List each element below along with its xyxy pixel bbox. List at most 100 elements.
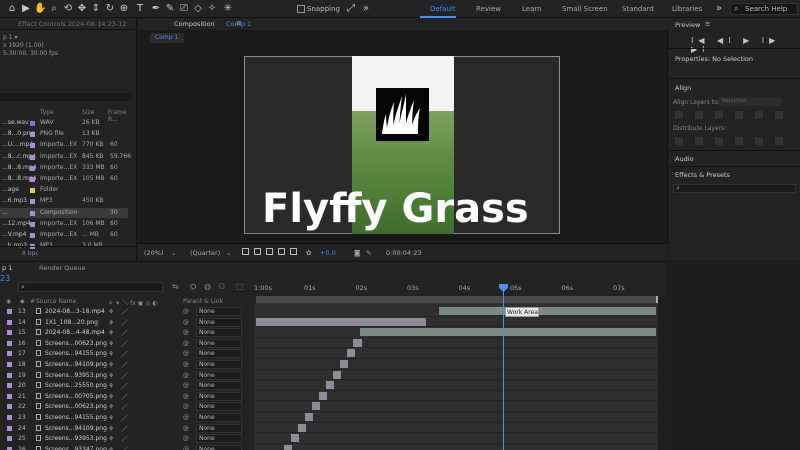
- layer-row[interactable]: 15 2024-08...4-48.mp4 ⚘ ／ @ None: [0, 328, 252, 339]
- layer-name[interactable]: 2024-08...4-48.mp4: [45, 329, 105, 336]
- project-item-row[interactable]: ...8...8.mp4 Importe...EX 105 MB 60: [0, 174, 128, 184]
- layer-row[interactable]: 21 Screens...00705.png ⚘ ／ @ None: [0, 391, 252, 403]
- layer-name[interactable]: 1X1_108...20.png: [45, 319, 98, 326]
- parent-dropdown[interactable]: None: [196, 360, 242, 369]
- label-color-swatch[interactable]: [7, 383, 12, 389]
- parent-pickwhip-icon[interactable]: @: [183, 425, 189, 432]
- layer-row[interactable]: 26 Screens...93347.png ⚘ ／ @ None: [0, 444, 252, 450]
- label-color-swatch[interactable]: [7, 425, 12, 431]
- layer-name[interactable]: Screens...94155.png: [45, 350, 107, 357]
- playhead-line[interactable]: [503, 287, 504, 450]
- 3d-view-icon[interactable]: [290, 248, 297, 255]
- label-color-swatch[interactable]: [7, 404, 12, 410]
- label-color-swatch[interactable]: [30, 121, 35, 126]
- zoom-dropdown[interactable]: (20%): [144, 249, 164, 257]
- effects-presets-title[interactable]: Effects & Presets: [675, 171, 730, 179]
- bit-depth-label[interactable]: 8 bpc: [22, 250, 39, 257]
- motion-blur-icon[interactable]: ◍: [204, 282, 211, 291]
- project-item-row[interactable]: ...12.mp4 Importe...EX 106 MB 60: [0, 219, 128, 229]
- current-timecode[interactable]: 0:00:04:23: [386, 249, 422, 257]
- distribute-button[interactable]: [755, 137, 763, 145]
- layer-switches[interactable]: ⚘ ／: [108, 360, 128, 370]
- col-parent-link[interactable]: Parent & Link: [183, 298, 223, 305]
- parent-pickwhip-icon[interactable]: @: [183, 403, 189, 410]
- layer-switches[interactable]: ⚘ ／: [108, 413, 128, 423]
- comp-breadcrumb-tab[interactable]: Comp 1: [150, 33, 184, 43]
- layer-row[interactable]: 18 Screens...94109.png ⚘ ／ @ None: [0, 360, 252, 371]
- type-tool-icon[interactable]: T: [134, 3, 146, 15]
- layer-duration-bar[interactable]: [305, 413, 313, 421]
- layer-duration-bar[interactable]: [256, 317, 426, 326]
- layer-row[interactable]: 25 Screens...93953.png ⚘ ／ @ None: [0, 434, 252, 445]
- layer-row[interactable]: 20 Screens...25550.png ⚘ ／ @ None: [0, 381, 252, 392]
- graph-editor-icon[interactable]: ⬚: [236, 282, 244, 291]
- layer-duration-bar[interactable]: [312, 402, 320, 411]
- brush-tool-icon[interactable]: ✎: [164, 3, 176, 15]
- layer-row[interactable]: 23 Screens...94155.png ⚘ ／ @ None: [0, 413, 252, 424]
- puppet-pin-tool-icon[interactable]: ✳: [222, 3, 234, 15]
- layer-name[interactable]: Screens...93953.png: [45, 435, 107, 442]
- project-col-type[interactable]: Type: [40, 109, 54, 116]
- parent-dropdown[interactable]: None: [196, 317, 242, 327]
- layer-name[interactable]: Screens...25550.png: [45, 382, 107, 389]
- label-color-swatch[interactable]: [30, 233, 35, 238]
- project-item-row[interactable]: ...age Folder: [0, 185, 128, 195]
- align-panel-title[interactable]: Align: [675, 84, 691, 92]
- label-color-swatch[interactable]: [7, 319, 12, 325]
- parent-pickwhip-icon[interactable]: @: [183, 435, 189, 442]
- label-color-swatch[interactable]: [7, 372, 12, 378]
- col-source-name[interactable]: Source Name: [36, 298, 76, 305]
- label-color-swatch[interactable]: [30, 210, 35, 216]
- project-item-row[interactable]: ...se.wav WAV 26 KB: [0, 118, 128, 128]
- parent-pickwhip-icon[interactable]: @: [183, 382, 189, 389]
- mask-visibility-icon[interactable]: [266, 248, 273, 255]
- snapping-checkbox[interactable]: [297, 5, 305, 13]
- timeline-current-time[interactable]: 23: [0, 274, 10, 283]
- project-search-input[interactable]: [0, 93, 132, 101]
- comp-flowchart-icon[interactable]: ⇆: [172, 282, 179, 291]
- effect-controls-tab[interactable]: Effect Controls 2024-08-14 23-12: [0, 18, 137, 30]
- layer-name[interactable]: Screens...93953.png: [45, 372, 107, 379]
- distribute-button[interactable]: [715, 137, 723, 145]
- workspace-review[interactable]: Review: [476, 5, 501, 13]
- layer-switches[interactable]: ⚘ ／: [108, 307, 128, 317]
- parent-dropdown[interactable]: None: [196, 391, 242, 401]
- panel-menu-icon[interactable]: ≡: [236, 19, 242, 27]
- project-item-row[interactable]: ...V.mp4 Importe...EX ... MB 60: [0, 230, 128, 240]
- layer-name[interactable]: Screens...00705.png: [45, 393, 107, 400]
- layer-switches[interactable]: ⚘ ／: [108, 381, 128, 391]
- workspace-learn[interactable]: Learn: [522, 5, 542, 13]
- layer-row[interactable]: 13 2024-08...3-18.mp4 ⚘ ／ @ None: [0, 307, 252, 318]
- parent-pickwhip-icon[interactable]: @: [183, 361, 189, 368]
- layer-switches[interactable]: ⚘ ／: [108, 424, 128, 434]
- roto-brush-tool-icon[interactable]: ✧: [206, 3, 218, 15]
- layer-duration-bar[interactable]: [291, 434, 299, 443]
- color-wheel-icon[interactable]: ✿: [306, 249, 311, 257]
- layer-duration-bar[interactable]: [326, 381, 334, 390]
- snapshot-camera-icon[interactable]: ◙: [354, 249, 360, 257]
- layer-switches[interactable]: ⚘ ／: [108, 339, 128, 349]
- toolbar-more-icon[interactable]: »: [360, 3, 372, 15]
- composition-tab-label[interactable]: Composition: [174, 20, 215, 28]
- resolution-dropdown[interactable]: (Quarter): [190, 249, 220, 257]
- layer-switches[interactable]: ⚘ ／: [108, 371, 128, 381]
- home-icon[interactable]: ⌂: [6, 3, 18, 15]
- distribute-button[interactable]: [775, 137, 783, 145]
- parent-pickwhip-icon[interactable]: @: [183, 446, 189, 450]
- parent-dropdown[interactable]: None: [196, 434, 242, 444]
- workspace-small-screen[interactable]: Small Screen: [562, 5, 608, 13]
- label-color-swatch[interactable]: [30, 177, 35, 182]
- layer-row[interactable]: 17 Screens...94155.png ⚘ ／ @ None: [0, 349, 252, 360]
- project-item-row[interactable]: ...6.mp3 MP3 450 KB: [0, 196, 128, 206]
- composition-title-text[interactable]: Flyffy Grass: [262, 186, 529, 232]
- layer-switches[interactable]: ⚘ ／: [108, 445, 128, 450]
- layer-name[interactable]: 2024-08...3-18.mp4: [45, 308, 105, 315]
- align-target-dropdown[interactable]: Selection: [719, 97, 781, 106]
- distribute-button[interactable]: [675, 137, 683, 145]
- align-button[interactable]: [675, 111, 683, 119]
- layer-row[interactable]: 19 Screens...93953.png ⚘ ／ @ None: [0, 370, 252, 382]
- safe-margins-icon[interactable]: [278, 248, 285, 255]
- audio-panel-title[interactable]: Audio: [675, 155, 693, 163]
- label-color-swatch[interactable]: [30, 221, 35, 227]
- layer-name[interactable]: Screens...94155.png: [45, 414, 107, 421]
